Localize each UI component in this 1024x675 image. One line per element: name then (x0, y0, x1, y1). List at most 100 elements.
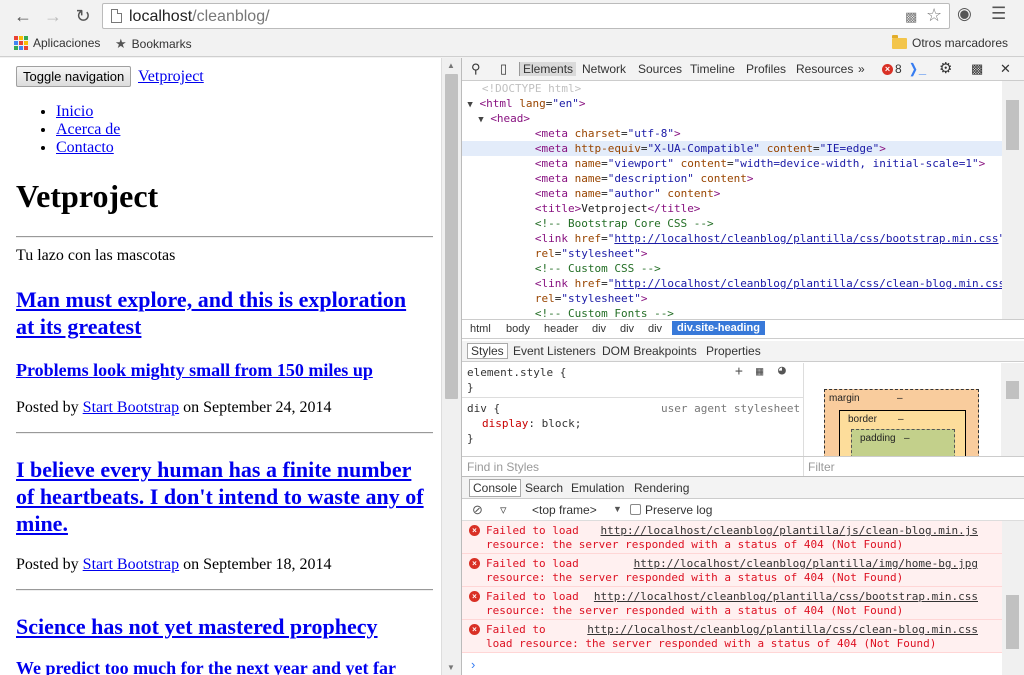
page-scrollbar[interactable]: ▲ ▼ (441, 58, 461, 675)
error-url-link[interactable]: http://localhost/cleanblog/plantilla/js/… (601, 524, 979, 537)
post-title[interactable]: Man must explore, and this is exploratio… (16, 286, 426, 340)
box-model-margin[interactable]: margin – border – padding – (824, 389, 979, 456)
nav-link-inicio[interactable]: Inicio (56, 103, 93, 120)
gear-icon[interactable]: ⚙ (939, 59, 952, 77)
error-url-link[interactable]: http://localhost/cleanblog/plantilla/img… (634, 557, 978, 570)
style-property[interactable]: display: block; (482, 416, 581, 431)
preserve-log-checkbox[interactable] (630, 504, 641, 515)
color-format-icon[interactable]: ◕ (778, 363, 786, 378)
console-drawer-icon[interactable]: ❭_ (908, 61, 926, 77)
tab-timeline[interactable]: Timeline (690, 62, 735, 76)
tab-resources[interactable]: Resources (796, 62, 853, 76)
post-subtitle[interactable]: Problems look mighty small from 150 mile… (16, 360, 426, 381)
filter-input[interactable]: Filter (808, 460, 835, 474)
url-text[interactable]: localhost/cleanblog/ (129, 8, 270, 26)
box-model-padding[interactable]: padding – (851, 429, 955, 456)
console-error-message[interactable]: × Failed to load http://localhost/cleanb… (462, 521, 1002, 554)
scrollbar-thumb[interactable] (1006, 100, 1019, 150)
scroll-up-icon[interactable]: ▲ (447, 61, 455, 70)
tree-line[interactable]: <meta name="viewport" content="width=dev… (462, 156, 1002, 171)
breadcrumb-item[interactable]: div (592, 323, 606, 335)
scroll-down-icon[interactable]: ▼ (447, 663, 455, 672)
tree-line[interactable]: <meta name="description" content> (462, 171, 1002, 186)
post-subtitle[interactable]: We predict too much for the next year an… (16, 658, 426, 675)
tree-line[interactable]: <meta name="author" content> (462, 186, 1002, 201)
device-mode-icon[interactable]: ▯ (500, 61, 507, 77)
tab-styles[interactable]: Styles (467, 343, 508, 359)
tab-console[interactable]: Console (469, 479, 522, 497)
tab-event-listeners[interactable]: Event Listeners (513, 344, 596, 358)
console-prompt[interactable]: › (471, 657, 475, 672)
tree-line-selected[interactable]: <meta http-equiv="X-UA-Compatible" conte… (462, 141, 1002, 156)
inspect-icon[interactable]: ⚲ (471, 61, 481, 77)
add-rule-icon[interactable]: + (735, 364, 743, 379)
post-author-link[interactable]: Start Bootstrap (83, 399, 179, 416)
clear-console-icon[interactable]: ⊘ (472, 502, 483, 518)
error-url-link[interactable]: http://localhost/cleanblog/plantilla/css… (587, 623, 978, 636)
tab-properties[interactable]: Properties (706, 344, 761, 358)
tab-sources[interactable]: Sources (638, 62, 682, 76)
find-in-styles-input[interactable]: Find in Styles (467, 460, 539, 474)
tree-line[interactable]: <!-- Bootstrap Core CSS --> (462, 216, 1002, 231)
bookmark-apps[interactable]: Aplicaciones (14, 36, 100, 50)
console-error-message[interactable]: × Failed to load http://localhost/cleanb… (462, 554, 1002, 587)
tree-line[interactable]: <meta charset="utf-8"> (462, 126, 1002, 141)
breadcrumb-item[interactable]: html (470, 323, 491, 335)
tab-profiles[interactable]: Profiles (746, 62, 786, 76)
tab-dom-breakpoints[interactable]: DOM Breakpoints (602, 344, 697, 358)
address-bar[interactable]: localhost/cleanblog/ ▩ ☆ (102, 3, 950, 29)
forward-arrow-icon[interactable]: → (40, 4, 66, 28)
filter-icon[interactable]: ▿ (500, 502, 507, 518)
tree-line[interactable]: <link href="http://localhost/cleanblog/p… (462, 276, 1002, 291)
tree-line[interactable]: <!-- Custom Fonts --> (462, 306, 1002, 319)
bookmark-other[interactable]: Otros marcadores (892, 34, 1008, 50)
scrollbar-thumb[interactable] (1006, 381, 1019, 399)
back-arrow-icon[interactable]: ← (10, 4, 36, 28)
breadcrumb-item[interactable]: div (648, 323, 662, 335)
elements-scrollbar[interactable] (1002, 81, 1024, 319)
tree-line[interactable]: ▼ <html lang="en"> (462, 96, 1002, 111)
tree-line[interactable]: rel="stylesheet"> (462, 246, 1002, 261)
box-model-border[interactable]: border – padding – (839, 410, 966, 456)
dock-icon[interactable]: ▩ (971, 61, 983, 77)
frame-select[interactable]: <top frame> (532, 503, 597, 517)
element-state-icon[interactable]: ▦ (756, 364, 763, 378)
post-title[interactable]: I believe every human has a finite numbe… (16, 456, 426, 537)
post-author-link[interactable]: Start Bootstrap (83, 556, 179, 573)
tree-line[interactable]: ▼ <head> (462, 111, 1002, 126)
extension-icon[interactable]: ◉ (957, 4, 972, 24)
element-style-selector[interactable]: element.style { (467, 365, 566, 380)
tabs-overflow[interactable]: » (858, 62, 865, 76)
tree-line[interactable]: <title>Vetproject</title> (462, 201, 1002, 216)
translate-icon[interactable]: ▩ (905, 9, 917, 25)
bookmark-bookmarks[interactable]: ★ Bookmarks (115, 36, 192, 52)
console-error-message[interactable]: × Failed to load http://localhost/cleanb… (462, 587, 1002, 620)
tab-emulation[interactable]: Emulation (571, 481, 624, 495)
styles-scrollbar[interactable] (1001, 363, 1024, 456)
error-url-link[interactable]: http://localhost/cleanblog/plantilla/css… (594, 590, 978, 603)
menu-icon[interactable]: ☰ (991, 4, 1006, 24)
console-scrollbar[interactable] (1002, 521, 1024, 675)
console-error-message[interactable]: × Failed to http://localhost/cleanblog/p… (462, 620, 1002, 653)
tree-line[interactable]: <!-- Custom CSS --> (462, 261, 1002, 276)
scrollbar-thumb[interactable] (445, 74, 458, 399)
breadcrumb-item[interactable]: body (506, 323, 530, 335)
tree-line[interactable]: rel="stylesheet"> (462, 291, 1002, 306)
breadcrumb-item[interactable]: div (620, 323, 634, 335)
toggle-navigation-button[interactable]: Toggle navigation (16, 66, 132, 87)
breadcrumb-item[interactable]: header (544, 323, 578, 335)
div-selector[interactable]: div { (467, 401, 500, 416)
tab-rendering[interactable]: Rendering (634, 481, 689, 495)
tree-line[interactable]: <!DOCTYPE html> (462, 81, 1002, 96)
tree-line[interactable]: <link href="http://localhost/cleanblog/p… (462, 231, 1002, 246)
error-counter[interactable]: × 8 (882, 62, 902, 76)
star-icon[interactable]: ☆ (926, 5, 942, 26)
reload-icon[interactable]: ↻ (70, 4, 96, 28)
scrollbar-thumb[interactable] (1006, 595, 1019, 649)
nav-link-acerca[interactable]: Acerca de (56, 121, 120, 138)
tab-network[interactable]: Network (582, 62, 626, 76)
tab-elements[interactable]: Elements (519, 62, 577, 76)
close-icon[interactable]: ✕ (1000, 61, 1011, 77)
tab-search[interactable]: Search (525, 481, 563, 495)
brand-link[interactable]: Vetproject (138, 68, 204, 86)
